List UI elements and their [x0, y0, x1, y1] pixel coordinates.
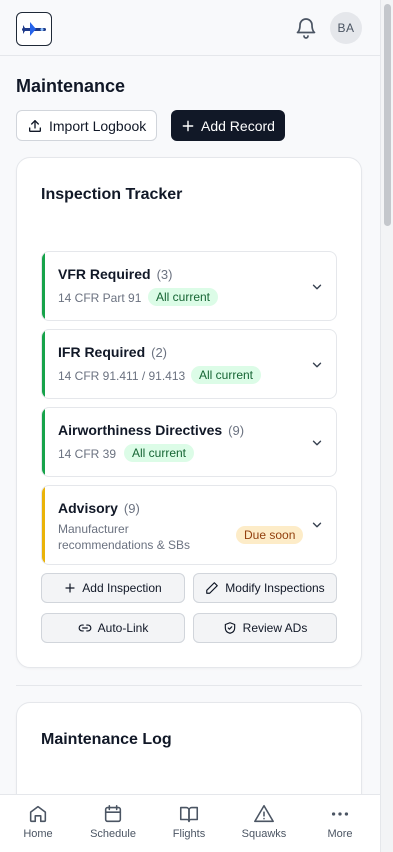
bottom-navigation: Home Schedule Flights Squawks More — [0, 794, 380, 852]
status-bar — [42, 408, 45, 476]
import-logbook-label: Import Logbook — [49, 117, 147, 134]
group-name: IFR Required (2) — [58, 344, 168, 360]
group-description: Manufacturer recommendations & SBs — [58, 522, 191, 552]
section-divider — [16, 685, 362, 686]
plus-icon — [65, 583, 75, 593]
more-dots-icon — [331, 812, 349, 816]
inspection-tracker-card: Inspection Tracker VFR Required (3) 14 CF… — [16, 157, 362, 668]
nav-flights[interactable]: Flights — [154, 803, 224, 840]
page-scrollbar[interactable] — [380, 0, 393, 852]
upload-icon — [29, 119, 41, 132]
group-name: Airworthiness Directives (9) — [58, 422, 245, 438]
nav-home[interactable]: Home — [3, 803, 73, 840]
modify-inspections-button[interactable]: Modify Inspections — [193, 573, 337, 603]
group-name: Advisory (9) — [58, 500, 140, 516]
status-badge: All current — [148, 288, 219, 306]
status-badge: Due soon — [236, 526, 304, 544]
chevron-down-icon[interactable] — [310, 436, 324, 450]
nav-more-label: More — [327, 828, 353, 840]
inspection-group-vfr[interactable]: VFR Required (3) 14 CFR Part 91 All curre… — [41, 251, 337, 321]
chevron-down-icon[interactable] — [310, 518, 324, 532]
group-regulation: 14 CFR Part 91 — [58, 291, 142, 305]
notifications-bell-icon[interactable] — [294, 16, 318, 40]
chevron-down-icon[interactable] — [310, 280, 324, 294]
pencil-icon — [206, 582, 219, 594]
review-ads-button[interactable]: Review ADs — [193, 613, 337, 643]
nav-squawks-label: Squawks — [241, 828, 287, 840]
add-inspection-label: Add Inspection — [82, 581, 162, 595]
chevron-down-icon[interactable] — [310, 358, 324, 372]
auto-link-label: Auto-Link — [97, 621, 149, 635]
inspection-tracker-title: Inspection Tracker — [41, 186, 183, 203]
app-logo[interactable] — [16, 12, 52, 46]
nav-flights-label: Flights — [172, 828, 206, 840]
status-bar — [42, 252, 45, 320]
nav-home-label: Home — [23, 828, 53, 840]
airplane-logo-icon — [22, 22, 46, 36]
top-bar: BA — [0, 0, 380, 56]
status-bar — [42, 486, 45, 564]
auto-link-button[interactable]: Auto-Link — [41, 613, 185, 643]
warning-triangle-icon — [254, 804, 274, 823]
status-badge: All current — [124, 444, 195, 462]
inspection-group-airworthiness-directives[interactable]: Airworthiness Directives (9) 14 CFR 39 Al… — [41, 407, 337, 477]
maintenance-log-title: Maintenance Log — [41, 731, 172, 748]
status-bar — [42, 330, 45, 398]
review-ads-label: Review ADs — [242, 621, 308, 635]
nav-schedule-label: Schedule — [90, 828, 136, 840]
import-logbook-button[interactable]: Import Logbook — [16, 110, 158, 141]
book-icon — [179, 806, 199, 823]
nav-squawks[interactable]: Squawks — [229, 803, 299, 840]
group-name: VFR Required (3) — [58, 266, 173, 282]
group-regulation: 14 CFR 39 — [58, 447, 117, 461]
nav-schedule[interactable]: Schedule — [78, 803, 148, 840]
add-record-label: Add Record — [201, 117, 275, 134]
add-inspection-button[interactable]: Add Inspection — [41, 573, 185, 603]
group-regulation: 14 CFR 91.411 / 91.413 — [58, 369, 186, 383]
user-avatar[interactable]: BA — [330, 12, 362, 44]
add-record-button[interactable]: Add Record — [171, 110, 285, 141]
plus-icon — [182, 120, 194, 131]
nav-more[interactable]: More — [305, 803, 375, 840]
inspection-group-ifr[interactable]: IFR Required (2) 14 CFR 91.411 / 91.413 A… — [41, 329, 337, 399]
status-badge: All current — [191, 366, 262, 384]
home-icon — [29, 805, 47, 823]
page-title: Maintenance — [16, 76, 126, 96]
inspection-group-advisory[interactable]: Advisory (9) Manufacturer recommendations… — [41, 485, 337, 565]
scrollbar-thumb[interactable] — [384, 4, 391, 226]
link-icon — [78, 624, 91, 632]
modify-inspections-label: Modify Inspections — [225, 581, 325, 595]
calendar-icon — [104, 804, 122, 823]
shield-check-icon — [224, 622, 235, 634]
